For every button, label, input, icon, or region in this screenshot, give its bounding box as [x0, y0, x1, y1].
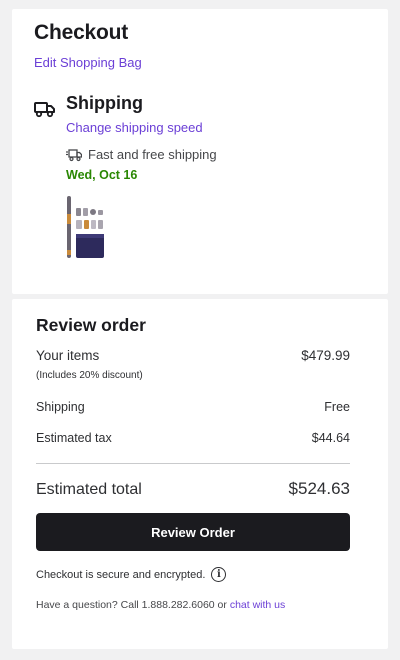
- tax-label: Estimated tax: [36, 431, 112, 445]
- secure-text: Checkout is secure and encrypted.: [36, 568, 206, 581]
- page-title: Checkout: [34, 21, 129, 44]
- checkout-card: Checkout Edit Shopping Bag Shipping Chan…: [12, 9, 388, 294]
- shipping-label: Shipping: [36, 400, 85, 414]
- truck-icon: [34, 102, 55, 118]
- question-text: Have a question? Call 1.888.282.6060 or: [36, 599, 227, 611]
- help-line: Have a question? Call 1.888.282.6060 or …: [36, 599, 285, 611]
- tax-row: Estimated tax $44.64: [36, 431, 350, 445]
- shipping-value: Free: [324, 400, 350, 414]
- review-order-card: Review order Your items $479.99 (Include…: [12, 299, 388, 649]
- chat-with-us-link[interactable]: chat with us: [230, 599, 285, 611]
- delivery-date: Wed, Oct 16: [66, 168, 138, 182]
- edit-shopping-bag-link[interactable]: Edit Shopping Bag: [34, 55, 142, 70]
- total-label: Estimated total: [36, 481, 142, 498]
- shipping-row: Shipping Free: [36, 400, 350, 414]
- review-order-heading: Review order: [36, 315, 146, 335]
- discount-note: (Includes 20% discount): [36, 370, 143, 381]
- shipping-option: Fast and free shipping: [66, 147, 217, 162]
- items-label: Your items: [36, 348, 100, 363]
- secure-note: Checkout is secure and encrypted. i: [36, 567, 227, 582]
- shipping-heading: Shipping: [66, 93, 143, 113]
- info-icon[interactable]: i: [211, 567, 227, 582]
- fast-delivery-icon: [66, 148, 82, 161]
- change-shipping-speed-link[interactable]: Change shipping speed: [66, 120, 203, 135]
- total-row: Estimated total $524.63: [36, 479, 350, 499]
- review-order-button[interactable]: Review Order: [36, 513, 350, 551]
- shipping-option-label: Fast and free shipping: [88, 147, 217, 162]
- product-image: [67, 196, 104, 258]
- items-value: $479.99: [301, 348, 350, 363]
- divider: [36, 463, 350, 464]
- tax-value: $44.64: [311, 431, 350, 445]
- total-value: $524.63: [288, 479, 350, 498]
- items-row: Your items $479.99: [36, 348, 350, 363]
